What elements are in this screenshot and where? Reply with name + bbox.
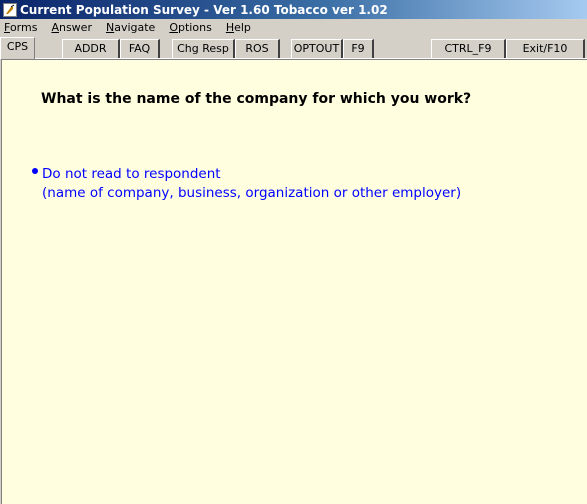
menu-help[interactable]: Help [219,19,258,37]
tab-bar: CPS ADDR FAQ Chg Resp ROS OPTOUT F9 CTRL… [0,37,587,59]
menu-answer-label: nswer [58,21,92,34]
instruction-line-2: (name of company, business, organization… [42,185,462,201]
menu-answer[interactable]: Answer [44,19,99,37]
menu-bar: Forms Answer Navigate Options Help [0,19,587,37]
menu-navigate-label: avigate [114,21,156,34]
tab-exit-f10[interactable]: Exit/F10 [506,39,585,58]
app-window: Current Population Survey - Ver 1.60 Tob… [0,0,587,504]
tab-chg-resp[interactable]: Chg Resp [172,39,235,58]
window-title: Current Population Survey - Ver 1.60 Tob… [20,2,388,17]
menu-options-accel: O [169,21,179,34]
menu-options[interactable]: Options [162,19,218,37]
tab-f9[interactable]: F9 [343,39,374,58]
menu-help-accel: H [225,21,235,34]
tab-ros[interactable]: ROS [235,39,280,58]
menu-forms-label: orms [9,21,38,34]
menu-navigate[interactable]: Navigate [99,19,162,37]
title-bar[interactable]: Current Population Survey - Ver 1.60 Tob… [0,0,587,19]
tab-optout[interactable]: OPTOUT [291,39,343,58]
tab-faq[interactable]: FAQ [120,39,160,58]
question-panel: What is the name of the company for whic… [1,59,587,504]
menu-forms[interactable]: Forms [0,19,44,37]
menu-answer-accel: A [51,21,59,34]
question-text: What is the name of the company for whic… [41,91,472,107]
tab-ctrl-f9[interactable]: CTRL_F9 [431,39,506,58]
menu-help-label: elp [234,21,251,34]
instruction-line-1: Do not read to respondent [32,165,461,184]
survey-app-icon[interactable] [3,2,17,17]
tab-cps[interactable]: CPS [0,37,35,59]
menu-navigate-accel: N [105,21,115,34]
tab-addr[interactable]: ADDR [62,39,120,58]
menu-options-label: ptions [178,21,212,34]
interviewer-instruction: Do not read to respondent (name of compa… [32,165,461,203]
instruction-line-1-text: Do not read to respondent [42,166,221,182]
bullet-dot-icon [32,168,38,174]
